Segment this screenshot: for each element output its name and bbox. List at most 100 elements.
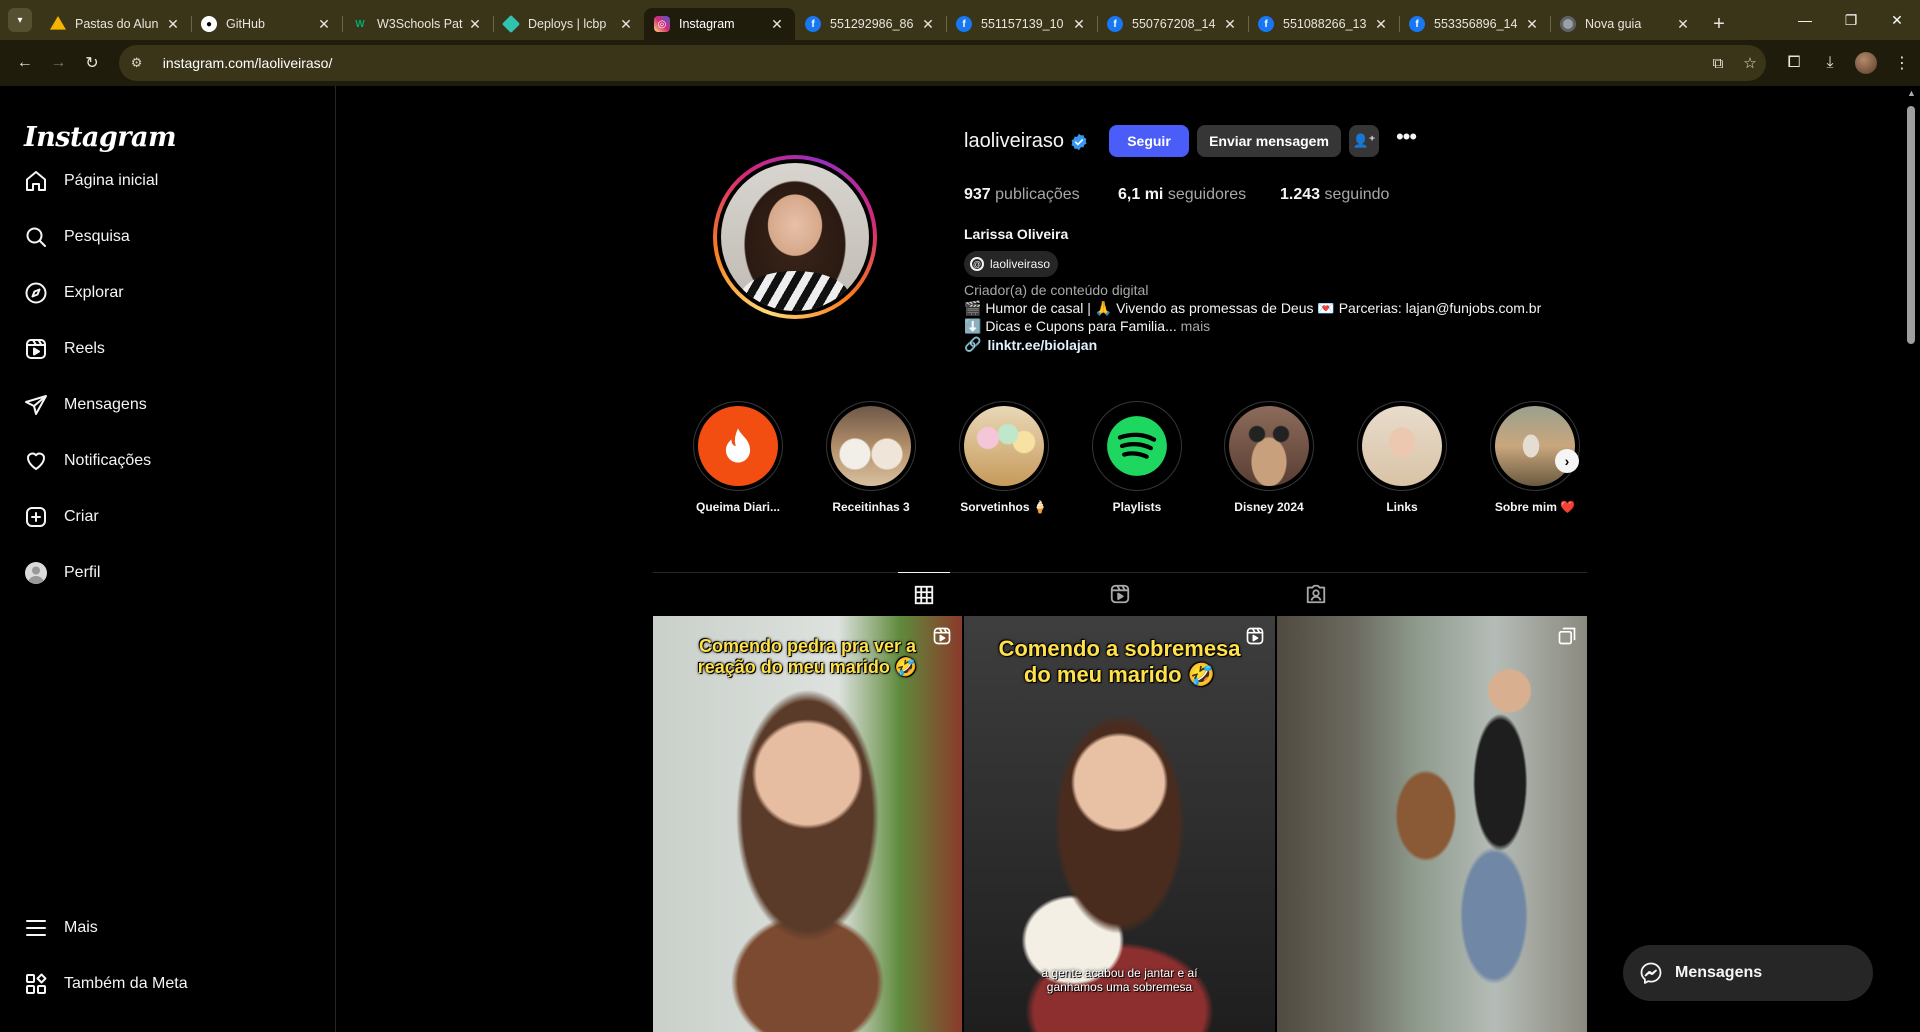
followers-count[interactable]: 6,1 mi seguidores [1118, 186, 1246, 204]
nav-also-from-meta[interactable]: Também da Meta [12, 960, 324, 1008]
bookmark-star-icon[interactable]: ☆ [1734, 54, 1766, 72]
scrollbar-thumb[interactable] [1907, 106, 1915, 344]
grid-icon [914, 585, 934, 604]
following-count[interactable]: 1.243 seguindo [1280, 186, 1389, 204]
close-icon[interactable]: ✕ [1373, 16, 1389, 33]
close-icon[interactable]: ✕ [769, 16, 785, 33]
facebook-icon: f [1258, 16, 1274, 32]
nav-notifications[interactable]: Notificações [12, 437, 324, 485]
highlight-cover [1362, 406, 1442, 486]
browser-profile-avatar[interactable] [1855, 52, 1878, 74]
browser-tab[interactable]: W W3Schools Pat ✕ [342, 8, 493, 40]
facebook-icon: f [956, 16, 972, 32]
browser-menu-icon[interactable]: ⋮ [1884, 53, 1920, 73]
url-text[interactable]: instagram.com/laoliveiraso/ [163, 55, 1702, 71]
site-info-icon[interactable]: ⚙ [131, 55, 151, 71]
close-icon[interactable]: ✕ [1222, 16, 1238, 33]
github-icon: ● [201, 16, 217, 32]
back-arrow-icon[interactable]: ← [8, 46, 42, 80]
close-icon[interactable]: ✕ [467, 16, 483, 33]
browser-tab[interactable]: f 551292986_86 ✕ [795, 8, 946, 40]
add-user-icon: 👤⁺ [1352, 133, 1376, 148]
google-drive-icon [50, 16, 66, 30]
close-icon[interactable]: ✕ [618, 16, 634, 33]
new-tab-button[interactable]: + [1701, 8, 1737, 40]
bio-external-link[interactable]: 🔗 linktr.ee/biolajan [964, 336, 1097, 353]
post-tile[interactable] [1277, 616, 1587, 1032]
install-app-icon[interactable]: ⧉ [1702, 55, 1734, 72]
carousel-icon [1558, 627, 1576, 645]
story-highlight[interactable]: Sorvetinhos 🍦 [959, 401, 1049, 514]
profile-story-ring[interactable] [713, 155, 877, 319]
page-scrollbar[interactable]: ▲ [1903, 86, 1920, 1032]
close-icon[interactable]: ✕ [316, 16, 332, 33]
messages-launcher[interactable]: Mensagens [1623, 945, 1873, 1001]
story-highlight[interactable]: Disney 2024 [1224, 401, 1314, 514]
close-icon[interactable]: ✕ [1524, 16, 1540, 33]
browser-tab[interactable]: f 551157139_10 ✕ [946, 8, 1097, 40]
extensions-icon[interactable]: ⧠ [1776, 54, 1812, 72]
story-highlight[interactable]: Queima Diari... [693, 401, 783, 514]
close-icon[interactable]: ✕ [1071, 16, 1087, 33]
chrome-icon [1560, 16, 1576, 32]
close-icon[interactable]: ✕ [165, 16, 181, 33]
story-highlight[interactable]: Receitinhas 3 [826, 401, 916, 514]
more-options-icon[interactable]: ••• [1394, 126, 1418, 152]
close-window-icon[interactable]: ✕ [1874, 0, 1920, 40]
browser-tab[interactable]: Deploys | lcbp ✕ [493, 8, 644, 40]
profile-avatar [721, 163, 869, 311]
address-bar[interactable]: ⚙ instagram.com/laoliveiraso/ ⧉ ☆ [118, 45, 1767, 81]
nav-explore[interactable]: Explorar [12, 269, 324, 317]
browser-tab[interactable]: ● GitHub ✕ [191, 8, 342, 40]
threads-badge[interactable]: @ laoliveiraso [964, 251, 1059, 277]
compass-icon [24, 281, 48, 305]
facebook-icon: f [805, 16, 821, 32]
tab-search-button[interactable]: ▾ [0, 0, 40, 40]
nav-more[interactable]: Mais [12, 904, 324, 952]
nav-messages[interactable]: Mensagens [12, 381, 324, 429]
forward-arrow-icon[interactable]: → [42, 46, 76, 80]
reels-icon [1110, 584, 1130, 604]
story-highlight[interactable]: Playlists [1092, 401, 1182, 514]
send-message-button[interactable]: Enviar mensagem [1197, 125, 1341, 157]
story-highlight[interactable]: Links [1357, 401, 1447, 514]
download-icon[interactable]: ⤓ [1812, 54, 1848, 72]
tab-posts[interactable] [898, 572, 950, 616]
highlight-cover [1229, 406, 1309, 486]
browser-tab[interactable]: Nova guia ✕ [1550, 8, 1701, 40]
restore-icon[interactable]: ❐ [1828, 0, 1874, 40]
instagram-logo[interactable]: Instagram [24, 122, 177, 153]
scroll-up-arrow-icon[interactable]: ▲ [1907, 88, 1916, 98]
highlights-next-arrow-icon[interactable]: › [1555, 449, 1579, 473]
nav-create[interactable]: Criar [12, 493, 324, 541]
reload-icon[interactable]: ↻ [75, 46, 109, 80]
search-icon [24, 225, 48, 249]
plus-square-icon [24, 505, 48, 529]
browser-tab[interactable]: f 550767208_14 ✕ [1097, 8, 1248, 40]
follow-button[interactable]: Seguir [1109, 125, 1189, 157]
profile-username: laoliveiraso [964, 130, 1065, 152]
bio-line: ⬇️ Dicas e Cupons para Familia... mais [964, 318, 1211, 334]
post-tile[interactable]: Comendo a sobremesa do meu marido 🤣 a ge… [964, 616, 1275, 1032]
bio-more-link[interactable]: mais [1181, 318, 1211, 334]
nav-reels[interactable]: Reels [12, 325, 324, 373]
browser-tab[interactable]: Pastas do Alun ✕ [40, 8, 191, 40]
nav-search[interactable]: Pesquisa [12, 213, 324, 261]
close-icon[interactable]: ✕ [1675, 16, 1691, 33]
tab-reels[interactable] [1094, 572, 1146, 616]
profile-category: Criador(a) de conteúdo digital [964, 282, 1149, 298]
suggested-accounts-button[interactable]: 👤⁺ [1349, 125, 1379, 157]
bio-line: 🎬 Humor de casal | 🙏 Vivendo as promessa… [964, 300, 1542, 316]
reels-icon [24, 337, 48, 361]
tab-tagged[interactable] [1290, 572, 1342, 616]
close-icon[interactable]: ✕ [920, 16, 936, 33]
threads-icon: @ [970, 257, 984, 271]
minimize-icon[interactable]: — [1782, 0, 1828, 40]
w3schools-icon: W [355, 18, 365, 30]
browser-tab[interactable]: f 551088266_13 ✕ [1248, 8, 1399, 40]
nav-profile[interactable]: Perfil [12, 549, 324, 597]
browser-tab-active[interactable]: ◎ Instagram ✕ [644, 8, 795, 40]
browser-tab[interactable]: f 553356896_14 ✕ [1399, 8, 1550, 40]
post-tile[interactable]: Comendo pedra pra ver a reação do meu ma… [653, 616, 962, 1032]
nav-home[interactable]: Página inicial [12, 157, 324, 205]
